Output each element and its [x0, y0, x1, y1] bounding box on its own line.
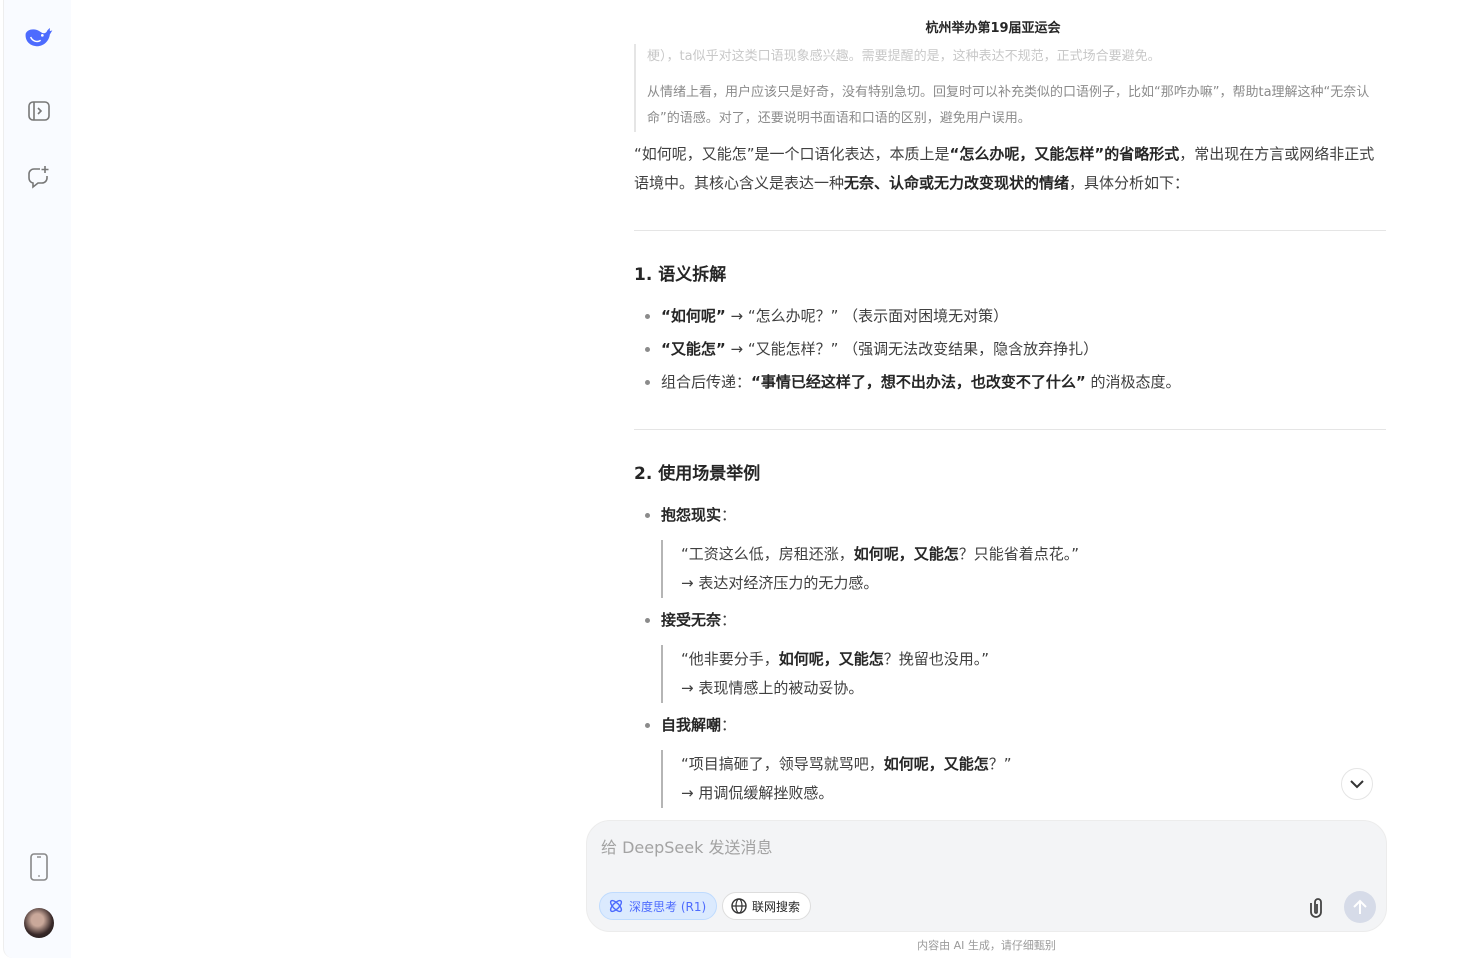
quote-note: → 用调侃缓解挫败感。 — [681, 784, 834, 802]
answer-intro: “如何呢，又能怎”是一个口语化表达，本质上是“怎么办呢，又能怎样”的省略形式，常… — [634, 140, 1386, 198]
text-segment: ？挽留也没用。” — [883, 650, 990, 668]
text-segment: ？” — [988, 755, 1012, 773]
send-button[interactable] — [1344, 891, 1376, 923]
sidebar — [3, 0, 71, 958]
text-segment: 组合后传递： — [661, 373, 752, 391]
bold-text: “怎么办呢，又能怎样”的省略形式 — [949, 145, 1180, 163]
list-item: 组合后传递：“事情已经这样了，想不出办法，也改变不了什么” 的消极态度。 — [661, 368, 1386, 397]
quote-note: → 表达对经济压力的无力感。 — [681, 574, 879, 592]
bold-text: “事情已经这样了，想不出办法，也改变不了什么” — [751, 373, 1086, 391]
thinking-faded-line: 梗），ta似乎对这类口语现象感兴趣。需要提醒的是，这种表达不规范，正式场合要避免… — [647, 49, 1161, 64]
text-segment: ？只能省着点花。” — [958, 545, 1080, 563]
ai-disclaimer: 内容由 AI 生成，请仔细甄别 — [917, 939, 1056, 952]
atom-icon — [609, 899, 623, 913]
sidebar-toggle-icon[interactable] — [24, 96, 54, 126]
quote-text: “他非要分手，如何呢，又能怎？挽留也没用。” — [681, 645, 1386, 674]
globe-icon — [731, 898, 747, 914]
thinking-paragraph: 从情绪上看，用户应该只是好奇，没有特别急切。回复时可以补充类似的口语例子，比如“… — [647, 85, 1370, 126]
semantic-list: “如何呢” → “怎么办呢？” （表示面对困境无对策） “又能怎” → “又能怎… — [634, 302, 1386, 397]
list-item: “又能怎” → “又能怎样？” （强调无法改变结果，隐含放弃挣扎） — [661, 335, 1386, 364]
example-quote: “工资这么低，房租还涨，如何呢，又能怎？只能省着点花。” → 表达对经济压力的无力… — [661, 540, 1386, 598]
input-placeholder: 给 DeepSeek 发送消息 — [601, 838, 773, 857]
thinking-block: 梗），ta似乎对这类口语现象感兴趣。需要提醒的是，这种表达不规范，正式场合要避免… — [634, 44, 1386, 132]
paperclip-icon — [1310, 898, 1322, 918]
message-input[interactable]: 给 DeepSeek 发送消息 深度思考 (R1) 联网搜索 — [586, 820, 1387, 932]
text-segment: “如何呢，又能怎”是一个口语化表达，本质上是 — [634, 145, 950, 163]
section-heading: 2. 使用场景举例 — [634, 464, 761, 484]
quote-text: “工资这么低，房租还涨，如何呢，又能怎？只能省着点花。” — [681, 540, 1386, 569]
divider — [634, 429, 1386, 430]
quote-note: → 表现情感上的被动妥协。 — [681, 679, 864, 697]
chat-content: 梗），ta似乎对这类口语现象感兴趣。需要提醒的是，这种表达不规范，正式场合要避免… — [634, 44, 1386, 816]
web-search-button[interactable]: 联网搜索 — [722, 892, 812, 920]
text-segment: → “怎么办呢？” （表示面对困境无对策） — [725, 307, 1009, 325]
text-segment: “他非要分手， — [681, 650, 779, 668]
bold-text: “又能怎” — [661, 340, 726, 358]
quote-text: “项目搞砸了，领导骂就骂吧，如何呢，又能怎？” — [681, 750, 1386, 779]
list-item: 自我解嘲： “项目搞砸了，领导骂就骂吧，如何呢，又能怎？”→ 用调侃缓解挫败感。 — [661, 711, 1386, 808]
deep-think-button[interactable]: 深度思考 (R1) — [599, 892, 718, 920]
bold-text: “如何呢” — [661, 307, 726, 325]
text-segment: 的消极态度。 — [1085, 373, 1181, 391]
bold-text: 如何呢，又能怎 — [883, 755, 989, 773]
list-item: 接受无奈： “他非要分手，如何呢，又能怎？挽留也没用。”→ 表现情感上的被动妥协… — [661, 606, 1386, 703]
attach-button[interactable] — [1307, 897, 1325, 923]
text-segment: ，具体分析如下： — [1069, 174, 1190, 192]
scenario-label: 接受无奈 — [661, 611, 722, 629]
list-item: 抱怨现实： “工资这么低，房租还涨，如何呢，又能怎？只能省着点花。”→ 表达对经… — [661, 501, 1386, 598]
deepseek-logo[interactable] — [24, 22, 54, 52]
text-segment: “项目搞砸了，领导骂就骂吧， — [681, 755, 884, 773]
avatar[interactable] — [24, 908, 54, 938]
scenario-label: 抱怨现实 — [661, 506, 722, 524]
text-segment: → “又能怎样？” （强调无法改变结果，隐含放弃挣扎） — [725, 340, 1099, 358]
web-search-label: 联网搜索 — [752, 899, 801, 914]
mobile-app-icon[interactable] — [24, 852, 54, 882]
chat-title: 杭州举办第19届亚运会 — [925, 21, 1061, 36]
scenario-list: 抱怨现实： “工资这么低，房租还涨，如何呢，又能怎？只能省着点花。”→ 表达对经… — [634, 501, 1386, 808]
scroll-to-bottom-button[interactable] — [1341, 768, 1373, 800]
section-heading: 1. 语义拆解 — [634, 265, 727, 285]
new-chat-icon[interactable] — [24, 162, 54, 192]
chevron-down-icon — [1350, 779, 1364, 788]
bold-text: 如何呢，又能怎 — [853, 545, 959, 563]
bold-text: 如何呢，又能怎 — [778, 650, 884, 668]
scenario-label: 自我解嘲 — [661, 716, 722, 734]
bold-text: 无奈、认命或无力改变现状的情绪 — [844, 174, 1070, 192]
example-quote: “项目搞砸了，领导骂就骂吧，如何呢，又能怎？” → 用调侃缓解挫败感。 — [661, 750, 1386, 808]
text-segment: “工资这么低，房租还涨， — [681, 545, 854, 563]
deep-think-label: 深度思考 (R1) — [629, 899, 707, 914]
arrow-up-icon — [1353, 899, 1367, 914]
example-quote: “他非要分手，如何呢，又能怎？挽留也没用。” → 表现情感上的被动妥协。 — [661, 645, 1386, 703]
divider — [634, 230, 1386, 231]
list-item: “如何呢” → “怎么办呢？” （表示面对困境无对策） — [661, 302, 1386, 331]
